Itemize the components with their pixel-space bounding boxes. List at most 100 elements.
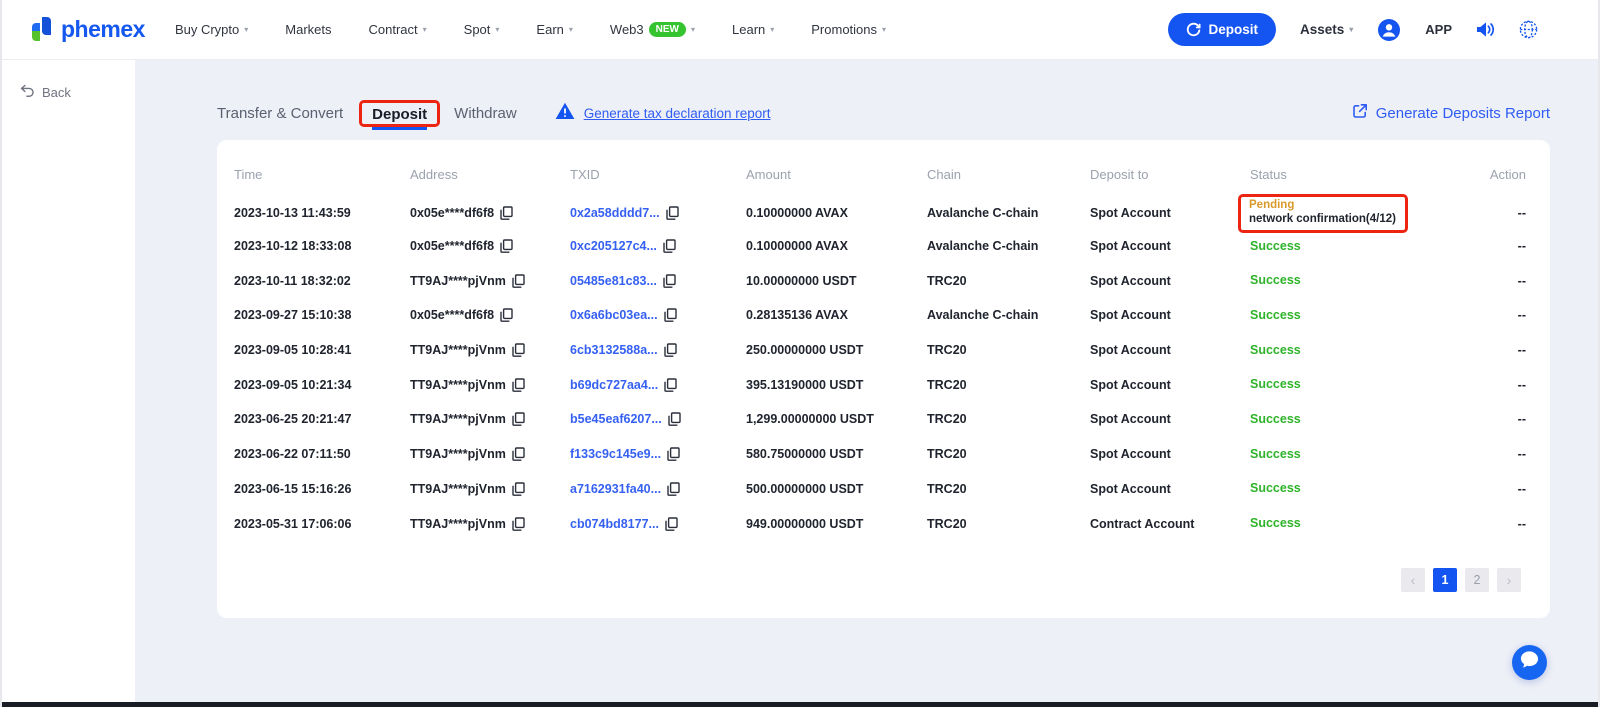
- tab-withdraw[interactable]: Withdraw: [454, 105, 517, 122]
- status-main-text: Success: [1250, 377, 1480, 392]
- status-badge: Success: [1250, 516, 1480, 531]
- copy-icon[interactable]: [500, 206, 513, 220]
- copy-icon[interactable]: [666, 206, 679, 220]
- txid-link[interactable]: 05485e81c83...: [570, 274, 657, 288]
- pagination-page-1[interactable]: 1: [1433, 568, 1457, 592]
- cell-address: TT9AJ****pjVnm: [410, 412, 570, 426]
- chevron-down-icon: ▾: [882, 26, 886, 34]
- copy-icon[interactable]: [512, 447, 525, 461]
- pagination-prev-button[interactable]: ‹: [1401, 568, 1425, 592]
- copy-icon[interactable]: [512, 274, 525, 288]
- copy-icon[interactable]: [512, 412, 525, 426]
- table-row: 2023-10-11 18:32:02 TT9AJ****pjVnm 05485…: [234, 263, 1534, 298]
- txid-link[interactable]: 0xc205127c4...: [570, 239, 657, 253]
- tax-report-link[interactable]: Generate tax declaration report: [584, 106, 771, 121]
- txid-link[interactable]: f133c9c145e9...: [570, 447, 661, 461]
- deposits-report-link[interactable]: Generate Deposits Report: [1352, 103, 1550, 123]
- txid-link[interactable]: 0x2a58dddd7...: [570, 206, 660, 220]
- txid-link[interactable]: b5e45eaf6207...: [570, 412, 662, 426]
- copy-icon[interactable]: [664, 378, 677, 392]
- copy-icon[interactable]: [512, 482, 525, 496]
- nav-item-promotions[interactable]: Promotions ▾: [811, 22, 886, 37]
- copy-icon[interactable]: [500, 308, 513, 322]
- cell-deposit-to: Contract Account: [1090, 517, 1250, 531]
- copy-icon[interactable]: [663, 274, 676, 288]
- cell-txid: cb074bd8177...: [570, 517, 746, 531]
- address-text: TT9AJ****pjVnm: [410, 378, 506, 392]
- phemex-logo[interactable]: phemex: [32, 16, 145, 43]
- new-badge: NEW: [649, 22, 686, 37]
- copy-icon[interactable]: [664, 308, 677, 322]
- table-row: 2023-09-05 10:21:34 TT9AJ****pjVnm b69dc…: [234, 367, 1534, 402]
- cell-chain: TRC20: [927, 517, 1090, 531]
- copy-icon[interactable]: [665, 517, 678, 531]
- back-label: Back: [42, 85, 71, 100]
- chevron-down-icon: ▾: [244, 26, 248, 34]
- table-row: 2023-05-31 17:06:06 TT9AJ****pjVnm cb074…: [234, 506, 1534, 541]
- cell-txid: f133c9c145e9...: [570, 447, 746, 461]
- nav-item-earn[interactable]: Earn ▾: [536, 22, 572, 37]
- speaker-icon[interactable]: [1476, 21, 1495, 38]
- tab-deposit[interactable]: Deposit: [372, 106, 427, 130]
- app-link[interactable]: APP: [1425, 22, 1452, 37]
- txid-link[interactable]: 6cb3132588a...: [570, 343, 658, 357]
- assets-menu[interactable]: Assets ▾: [1300, 22, 1353, 37]
- copy-icon[interactable]: [512, 343, 525, 357]
- copy-icon[interactable]: [668, 412, 681, 426]
- back-button[interactable]: Back: [20, 84, 135, 100]
- address-text: 0x05e****df6f8: [410, 308, 494, 322]
- cell-action: --: [1480, 239, 1534, 253]
- status-main-text: Success: [1250, 273, 1480, 288]
- txid-link[interactable]: cb074bd8177...: [570, 517, 659, 531]
- nav-item-label: Promotions: [811, 22, 877, 37]
- cell-deposit-to: Spot Account: [1090, 206, 1250, 220]
- cell-txid: 0x2a58dddd7...: [570, 206, 746, 220]
- nav-item-spot[interactable]: Spot ▾: [464, 22, 500, 37]
- cell-address: 0x05e****df6f8: [410, 206, 570, 220]
- nav-item-contract[interactable]: Contract ▾: [369, 22, 427, 37]
- nav-item-learn[interactable]: Learn ▾: [732, 22, 774, 37]
- address-text: TT9AJ****pjVnm: [410, 274, 506, 288]
- cell-address: 0x05e****df6f8: [410, 308, 570, 322]
- cell-address: TT9AJ****pjVnm: [410, 447, 570, 461]
- cell-status: Pending network confirmation(4/12): [1250, 194, 1480, 233]
- cell-action: --: [1480, 378, 1534, 392]
- copy-icon[interactable]: [667, 447, 680, 461]
- chat-bubble-button[interactable]: [1512, 645, 1547, 680]
- cell-txid: a7162931fa40...: [570, 482, 746, 496]
- deposit-history-card: Time Address TXID Amount Chain Deposit t…: [217, 140, 1550, 618]
- chevron-down-icon: ▾: [1349, 26, 1353, 34]
- globe-icon[interactable]: [1519, 20, 1538, 39]
- txid-link[interactable]: 0x6a6bc03ea...: [570, 308, 658, 322]
- txid-link[interactable]: a7162931fa40...: [570, 482, 661, 496]
- copy-icon[interactable]: [512, 378, 525, 392]
- user-icon[interactable]: [1377, 18, 1401, 42]
- tab-transfer-convert[interactable]: Transfer & Convert: [217, 105, 343, 122]
- back-icon: [20, 84, 35, 100]
- nav-item-buy-crypto[interactable]: Buy Crypto ▾: [175, 22, 248, 37]
- nav-item-markets[interactable]: Markets: [285, 22, 331, 37]
- nav-item-label: Spot: [464, 22, 491, 37]
- copy-icon[interactable]: [500, 239, 513, 253]
- cell-time: 2023-09-05 10:28:41: [234, 343, 410, 357]
- copy-icon[interactable]: [663, 239, 676, 253]
- nav-item-label: Contract: [369, 22, 418, 37]
- deposit-button[interactable]: Deposit: [1168, 13, 1276, 46]
- copy-icon[interactable]: [667, 482, 680, 496]
- copy-icon[interactable]: [664, 343, 677, 357]
- pagination-page-2[interactable]: 2: [1465, 568, 1489, 592]
- pagination-next-button[interactable]: ›: [1497, 568, 1521, 592]
- copy-icon[interactable]: [512, 517, 525, 531]
- tax-report-link-wrap[interactable]: Generate tax declaration report: [555, 102, 771, 125]
- status-main-text: Success: [1250, 412, 1480, 427]
- cell-amount: 500.00000000 USDT: [746, 482, 927, 496]
- tabs-bar: Transfer & Convert Deposit Withdraw Gene…: [217, 96, 1550, 130]
- status-main-text: Success: [1250, 447, 1480, 462]
- nav-item-label: Earn: [536, 22, 563, 37]
- cell-deposit-to: Spot Account: [1090, 412, 1250, 426]
- status-badge: Success: [1250, 308, 1480, 323]
- cell-status: Success: [1250, 343, 1480, 358]
- txid-link[interactable]: b69dc727aa4...: [570, 378, 658, 392]
- nav-item-web3[interactable]: Web3 NEW ▾: [610, 22, 695, 37]
- col-txid: TXID: [570, 167, 746, 182]
